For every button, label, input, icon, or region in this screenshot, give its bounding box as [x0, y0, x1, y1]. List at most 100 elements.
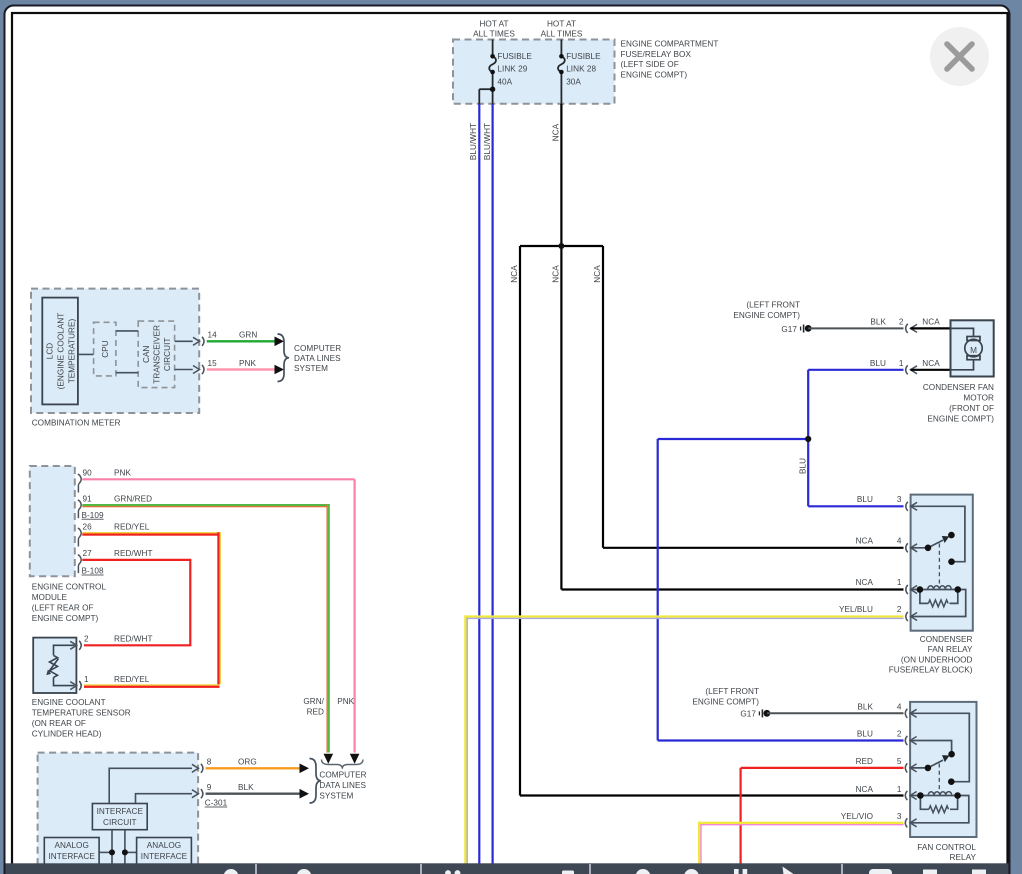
svg-text:RED/WHT: RED/WHT — [114, 635, 153, 644]
svg-text:BLK: BLK — [857, 703, 873, 712]
svg-text:27: 27 — [83, 549, 93, 558]
svg-text:MOTOR: MOTOR — [963, 394, 994, 403]
svg-text:PNK: PNK — [239, 359, 256, 368]
svg-text:2: 2 — [897, 730, 902, 739]
svg-text:GRN: GRN — [239, 331, 257, 340]
svg-text:DATA LINES: DATA LINES — [319, 781, 366, 790]
svg-text:(LEFT FRONT: (LEFT FRONT — [705, 687, 759, 696]
svg-text:LCD: LCD — [46, 343, 55, 360]
svg-text:CONDENSER FAN: CONDENSER FAN — [923, 383, 994, 392]
svg-text:CIRCUIT: CIRCUIT — [163, 338, 172, 372]
svg-text:ANALOG: ANALOG — [54, 841, 88, 850]
svg-text:TEMPERATURE SENSOR: TEMPERATURE SENSOR — [32, 708, 131, 717]
svg-text:TEMPERATURE): TEMPERATURE) — [68, 318, 77, 383]
svg-text:RED/WHT: RED/WHT — [114, 549, 153, 558]
svg-text:B-108: B-108 — [82, 567, 104, 576]
svg-text:(ON REAR OF: (ON REAR OF — [32, 719, 86, 728]
svg-text:40A: 40A — [497, 77, 512, 86]
svg-text:RELAY: RELAY — [950, 853, 977, 862]
svg-text:CAN: CAN — [142, 346, 151, 363]
svg-text:90: 90 — [83, 469, 93, 478]
svg-text:BLU: BLU — [870, 359, 886, 368]
svg-text:BLU: BLU — [799, 458, 808, 474]
svg-text:14: 14 — [208, 331, 218, 340]
svg-text:HOT AT: HOT AT — [547, 19, 576, 28]
svg-text:COMPUTER: COMPUTER — [294, 344, 341, 353]
svg-text:RED: RED — [307, 707, 324, 716]
svg-text:5: 5 — [897, 757, 902, 766]
svg-text:PNK: PNK — [337, 697, 354, 706]
svg-text:ENGINE COMPT): ENGINE COMPT) — [733, 311, 800, 320]
svg-text:SYSTEM: SYSTEM — [319, 791, 353, 800]
svg-text:ALL TIMES: ALL TIMES — [473, 30, 515, 39]
svg-text:NCA: NCA — [593, 265, 602, 283]
svg-text:ENGINE COOLANT: ENGINE COOLANT — [32, 698, 106, 707]
svg-text:(ENGINE COOLANT: (ENGINE COOLANT — [57, 313, 66, 390]
svg-text:2: 2 — [899, 318, 904, 327]
svg-text:RED/YEL: RED/YEL — [114, 523, 150, 532]
svg-text:RED/YEL: RED/YEL — [114, 675, 150, 684]
svg-text:NCA: NCA — [922, 359, 940, 368]
svg-text:ENGINE COMPT): ENGINE COMPT) — [32, 614, 99, 623]
svg-text:G17: G17 — [781, 325, 797, 334]
svg-text:COMPUTER: COMPUTER — [319, 770, 366, 779]
svg-text:ENGINE COMPARTMENT: ENGINE COMPARTMENT — [621, 40, 719, 49]
svg-text:BLU/WHT: BLU/WHT — [469, 123, 478, 160]
svg-text:HOT AT: HOT AT — [479, 19, 508, 28]
svg-text:YEL/BLU: YEL/BLU — [839, 605, 873, 614]
svg-text:15: 15 — [208, 359, 218, 368]
svg-text:BLK: BLK — [870, 318, 886, 327]
svg-text:NCA: NCA — [922, 318, 940, 327]
svg-text:INTERFACE: INTERFACE — [48, 852, 95, 861]
svg-text:NCA: NCA — [552, 123, 561, 141]
svg-text:PNK: PNK — [114, 469, 131, 478]
svg-text:1: 1 — [897, 578, 902, 587]
svg-text:DATA LINES: DATA LINES — [294, 354, 341, 363]
svg-text:4: 4 — [897, 703, 902, 712]
svg-text:LINK 28: LINK 28 — [566, 65, 596, 74]
svg-text:8: 8 — [207, 758, 212, 767]
svg-text:YEL/VIO: YEL/VIO — [841, 812, 873, 821]
svg-text:(ON UNDERHOOD: (ON UNDERHOOD — [901, 655, 973, 664]
svg-text:NCA: NCA — [551, 265, 560, 283]
svg-text:FAN CONTROL: FAN CONTROL — [917, 843, 976, 852]
svg-text:G17: G17 — [740, 710, 756, 719]
svg-text:4: 4 — [897, 536, 902, 545]
svg-text:COMBINATION METER: COMBINATION METER — [32, 418, 121, 427]
svg-text:RED: RED — [856, 757, 873, 766]
svg-text:FUSIBLE: FUSIBLE — [497, 52, 532, 61]
svg-text:ANALOG: ANALOG — [147, 841, 181, 850]
svg-text:3: 3 — [897, 812, 902, 821]
svg-text:ENGINE CONTROL: ENGINE CONTROL — [32, 583, 107, 592]
svg-text:GRN/RED: GRN/RED — [114, 494, 152, 503]
svg-text:ENGINE COMPT): ENGINE COMPT) — [692, 698, 759, 707]
svg-text:BLU/WHT: BLU/WHT — [483, 123, 492, 160]
svg-text:FUSE/RELAY BLOCK): FUSE/RELAY BLOCK) — [889, 666, 973, 675]
svg-text:TRANSCEIVER: TRANSCEIVER — [152, 325, 161, 384]
svg-text:NCA: NCA — [856, 785, 874, 794]
svg-text:B-109: B-109 — [82, 511, 104, 520]
svg-text:(LEFT SIDE OF: (LEFT SIDE OF — [621, 60, 679, 69]
svg-text:C-301: C-301 — [205, 799, 228, 808]
svg-text:26: 26 — [83, 523, 93, 532]
svg-text:(LEFT FRONT: (LEFT FRONT — [746, 301, 800, 310]
svg-text:NCA: NCA — [856, 536, 874, 545]
svg-text:30A: 30A — [566, 77, 581, 86]
svg-text:9: 9 — [207, 783, 212, 792]
svg-text:ENGINE COMPT): ENGINE COMPT) — [621, 70, 688, 79]
svg-text:BLK: BLK — [238, 783, 254, 792]
svg-text:ALL TIMES: ALL TIMES — [541, 30, 583, 39]
svg-text:FUSIBLE: FUSIBLE — [566, 52, 601, 61]
svg-text:2: 2 — [84, 635, 89, 644]
svg-text:ORG: ORG — [238, 758, 257, 767]
svg-text:(FRONT OF: (FRONT OF — [949, 404, 994, 413]
svg-text:2: 2 — [897, 605, 902, 614]
svg-text:GRN/: GRN/ — [303, 697, 324, 706]
svg-text:SYSTEM: SYSTEM — [294, 364, 328, 373]
svg-text:1: 1 — [897, 785, 902, 794]
svg-text:NCA: NCA — [510, 265, 519, 283]
svg-text:LINK 29: LINK 29 — [497, 65, 527, 74]
svg-text:91: 91 — [83, 494, 93, 503]
svg-text:M: M — [970, 346, 977, 355]
svg-text:CIRCUIT: CIRCUIT — [103, 818, 137, 827]
